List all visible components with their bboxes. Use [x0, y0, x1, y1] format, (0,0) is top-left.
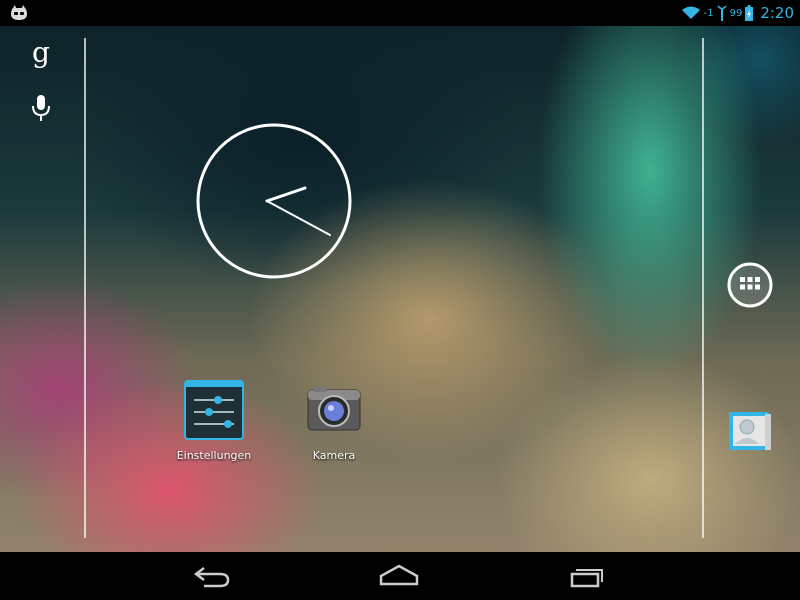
clock-minute-hand [266, 200, 331, 236]
contacts-icon [729, 412, 771, 450]
recents-button[interactable] [562, 562, 610, 590]
camera-icon [307, 386, 361, 431]
wallpaper [0, 0, 800, 600]
signal-label: -1 [703, 7, 714, 19]
navigation-bar [0, 552, 800, 600]
home-button[interactable] [375, 562, 423, 590]
all-apps-button[interactable] [727, 262, 773, 308]
app-kamera[interactable]: Kamera [290, 380, 378, 462]
app-einstellungen[interactable]: Einstellungen [168, 380, 260, 462]
home-icon [379, 564, 419, 586]
battery-icon [745, 5, 754, 21]
left-page-indicator [84, 38, 86, 538]
analog-clock-widget[interactable] [195, 122, 353, 280]
recents-icon [570, 569, 603, 588]
settings-icon [184, 380, 244, 440]
app-label: Kamera [312, 449, 356, 462]
back-icon [193, 567, 230, 588]
cyanogenmod-icon [10, 4, 28, 22]
right-page-indicator [702, 38, 704, 538]
app-label: Einstellungen [176, 449, 252, 462]
clock-hour-hand [265, 186, 307, 203]
all-apps-icon [727, 262, 773, 308]
status-bar[interactable]: -1 99 2:20 [0, 0, 800, 26]
back-button[interactable] [190, 562, 238, 590]
status-icons: -1 99 2:20 [681, 0, 794, 26]
signal-icon [716, 5, 727, 21]
voice-search-icon[interactable] [30, 94, 52, 122]
status-time: 2:20 [760, 4, 794, 22]
google-search-icon[interactable]: g [28, 36, 54, 70]
wifi-icon [681, 6, 701, 20]
battery-level: 99 [729, 7, 743, 19]
contacts-app[interactable] [727, 408, 773, 454]
